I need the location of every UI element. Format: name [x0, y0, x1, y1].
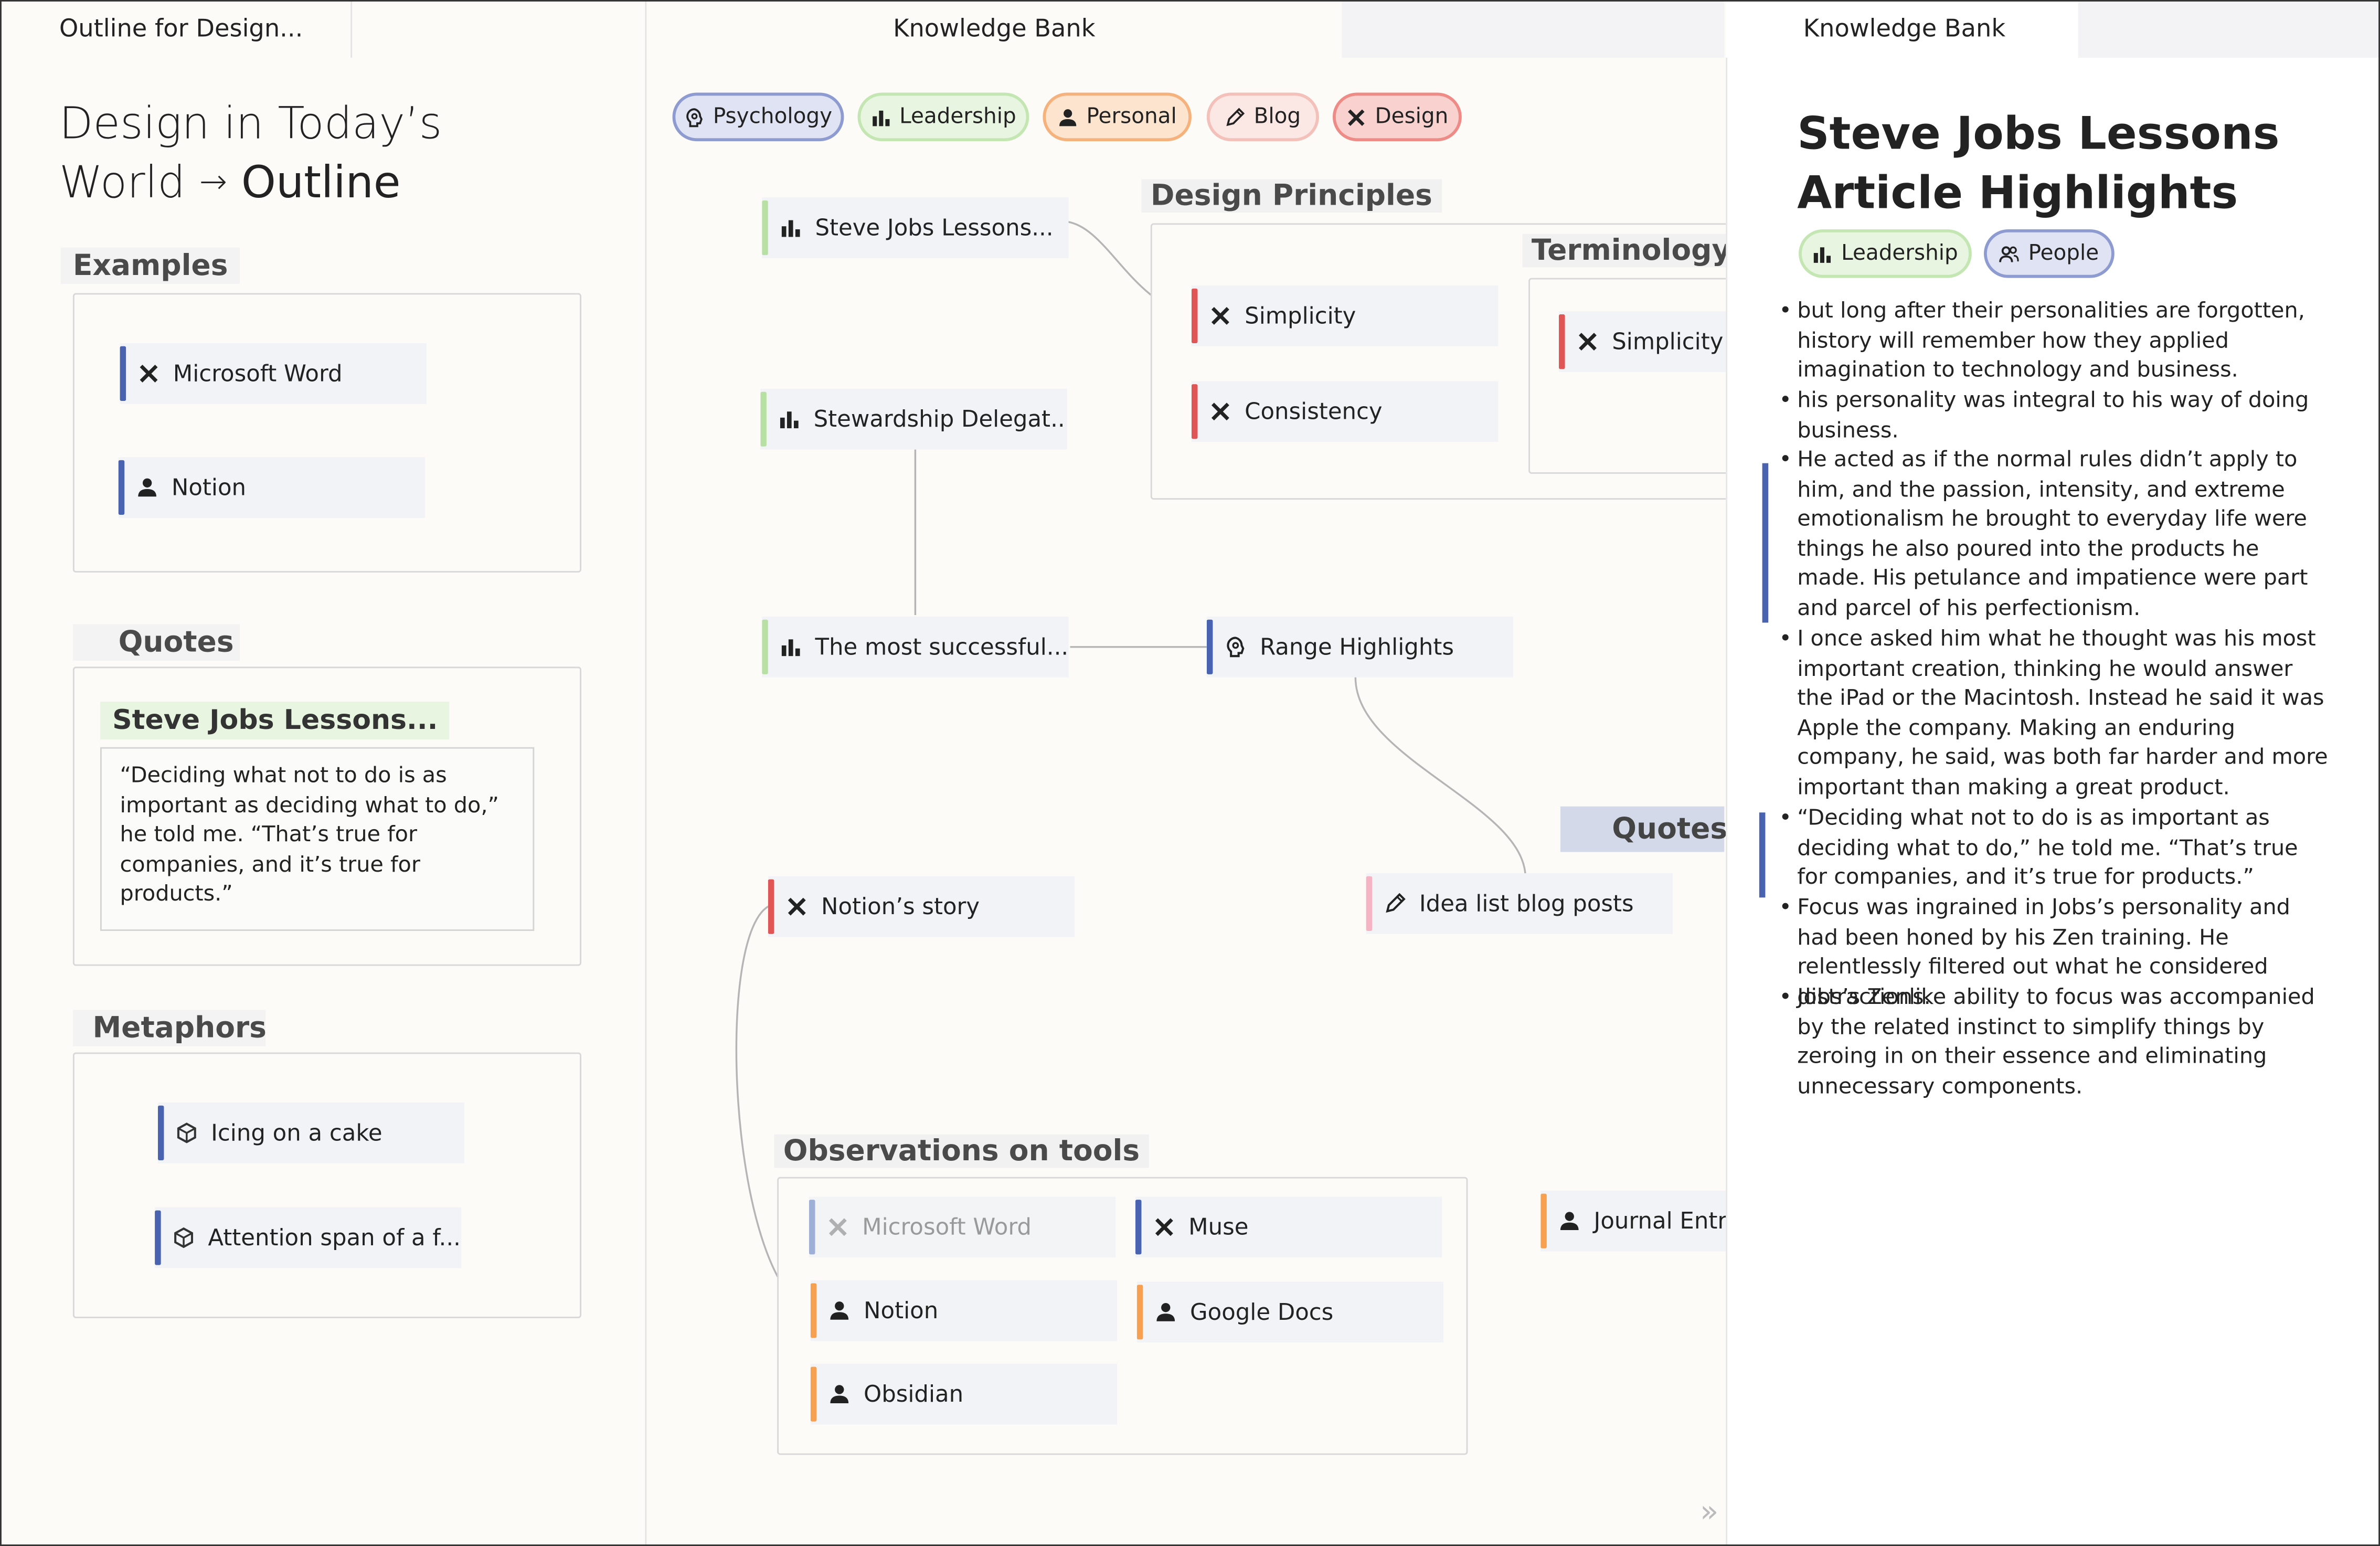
node-label: Consistency [1245, 398, 1383, 426]
person-icon [1559, 1210, 1580, 1232]
brain-icon [1225, 637, 1247, 658]
tool-google-docs[interactable]: Google Docs [1136, 1282, 1444, 1343]
bar-chart-icon [780, 637, 802, 658]
bullet-glyph: • [1779, 299, 1792, 324]
pencil-icon [1384, 893, 1406, 915]
node-label: Idea list blog posts [1419, 890, 1634, 917]
node-label: Microsoft Word [862, 1213, 1032, 1241]
person-icon [829, 1383, 851, 1405]
tab-knowledge-bank-right-label: Knowledge Bank [1803, 14, 2006, 43]
article-title: Steve Jobs Lessons Article Highlights [1797, 105, 2279, 224]
node-range-highlights[interactable]: Range Highlights [1206, 616, 1514, 677]
article-title-line2: Article Highlights [1797, 167, 2238, 219]
tool-notion[interactable]: Notion [810, 1280, 1118, 1341]
article-bullet: • He acted as if the normal rules didn’t … [1779, 447, 2329, 625]
design-tools-icon [827, 1216, 849, 1238]
node-label: Simplicity [1245, 302, 1356, 330]
bullet-glyph: • [1779, 986, 1792, 1010]
tool-muse[interactable]: Muse [1135, 1196, 1442, 1258]
tag-leadership[interactable]: Leadership [1799, 229, 1972, 278]
article-title-line1: Steve Jobs Lessons [1797, 108, 2280, 160]
group-label-terminology: Terminology [1522, 234, 1740, 268]
design-tools-icon [1210, 401, 1231, 422]
article-bullet-text: “Deciding what not to do is as important… [1797, 806, 2298, 891]
article-bullet: • but long after their personalities are … [1779, 298, 2329, 387]
node-label: Notion [864, 1297, 939, 1325]
design-principle-consistency[interactable]: Consistency [1191, 381, 1499, 442]
design-tools-icon [787, 896, 808, 917]
bar-chart-icon [780, 217, 802, 239]
article-bullet-text: I once asked him what he thought was his… [1797, 627, 2328, 800]
people-icon [1999, 245, 2020, 262]
article-bullet-text: Jobs’s Zenlike ability to focus was acco… [1797, 986, 2315, 1099]
article-bullet: • I once asked him what he thought was hi… [1779, 626, 2329, 804]
node-label: Notion’s story [821, 893, 980, 920]
node-label: Journal Entr [1593, 1207, 1727, 1235]
tag-people-label: People [2028, 241, 2099, 266]
bar-chart-icon [779, 408, 800, 430]
tab-knowledge-bank-right[interactable]: Knowledge Bank [1726, 0, 2078, 58]
highlight-marker [1759, 812, 1766, 898]
node-steve-jobs-lessons[interactable]: Steve Jobs Lessons... [762, 197, 1069, 258]
bar-chart-icon [1813, 246, 1831, 262]
design-tools-icon [1210, 305, 1231, 327]
group-label-quotes: Quotes [1560, 806, 1727, 852]
node-label: Muse [1188, 1213, 1249, 1241]
tool-microsoft-word[interactable]: Microsoft Word [809, 1196, 1116, 1258]
article-bullet-text: his personality was integral to his way … [1797, 388, 2309, 443]
article-bullet-text: but long after their personalities are f… [1797, 299, 2305, 383]
person-icon [829, 1300, 851, 1321]
design-tools-icon [1154, 1216, 1175, 1238]
bullet-glyph: • [1779, 896, 1792, 920]
tag-people[interactable]: People [1984, 229, 2115, 278]
node-label: Range Highlights [1260, 633, 1454, 661]
bullet-glyph: • [1779, 627, 1792, 652]
bullet-glyph: • [1779, 806, 1792, 831]
node-label: Simplicity [1612, 328, 1724, 356]
tag-leadership-label: Leadership [1841, 241, 1958, 266]
article-bullet-text: He acted as if the normal rules didn’t a… [1797, 448, 2308, 621]
bullet-glyph: • [1779, 448, 1792, 473]
person-icon [1155, 1301, 1176, 1323]
group-label-design-principles: Design Principles [1141, 179, 1442, 213]
node-label: Google Docs [1190, 1298, 1334, 1326]
bullet-glyph: • [1779, 388, 1792, 414]
node-label: Steve Jobs Lessons... [815, 214, 1054, 242]
article-bullet: • his personality was integral to his way… [1779, 387, 2329, 447]
node-stewardship-delegation[interactable]: Stewardship Delegat... [760, 388, 1067, 450]
tool-obsidian[interactable]: Obsidian [810, 1363, 1118, 1425]
app-window: Outline for Design... Design in Today’s … [0, 0, 2380, 1546]
expand-panel-icon[interactable]: » [1700, 1493, 1718, 1529]
group-label-observations: Observations on tools [774, 1134, 1149, 1168]
node-label: Obsidian [864, 1380, 964, 1408]
tab-strip-bg-right [2078, 0, 2380, 58]
design-principle-simplicity[interactable]: Simplicity [1191, 285, 1499, 346]
node-most-successful[interactable]: The most successful... [762, 616, 1069, 677]
node-label: The most successful... [815, 633, 1069, 661]
node-journal-entry[interactable]: Journal Entr [1540, 1190, 1728, 1252]
node-idea-list-blog-posts[interactable]: Idea list blog posts [1366, 873, 1673, 934]
node-label: Stewardship Delegat... [813, 405, 1067, 433]
node-notions-story[interactable]: Notion’s story [768, 876, 1075, 937]
design-tools-icon [1577, 331, 1599, 353]
article-bullet: • “Deciding what not to do is as importan… [1779, 805, 2329, 894]
article-bullet: • Jobs’s Zenlike ability to focus was acc… [1779, 984, 2329, 1103]
highlight-marker [1762, 463, 1769, 623]
group-terminology[interactable] [1528, 278, 1759, 474]
